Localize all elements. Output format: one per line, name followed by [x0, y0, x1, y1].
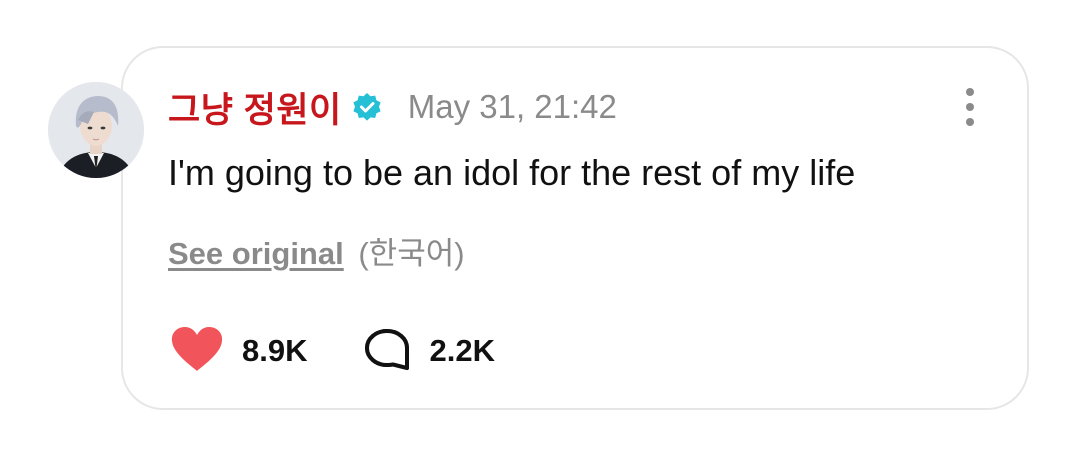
comment-button[interactable]: 2.2K: [363, 327, 495, 376]
comment-count: 2.2K: [429, 333, 495, 368]
avatar-photo: [48, 82, 144, 178]
like-count: 8.9K: [242, 333, 308, 368]
like-button[interactable]: 8.9K: [170, 326, 307, 377]
post-timestamp: May 31, 21:42: [407, 88, 617, 125]
post-header: 그냥 정원이 May 31, 21:42: [168, 84, 617, 130]
post-message: I'm going to be an idol for the rest of …: [168, 152, 856, 193]
heart-icon: [170, 326, 224, 377]
speech-bubble-icon: [363, 327, 411, 376]
more-vertical-icon[interactable]: [955, 88, 985, 126]
verified-badge-icon: [352, 92, 382, 122]
author-name[interactable]: 그냥 정원이: [168, 82, 342, 133]
post-actions: 8.9K 2.2K: [170, 326, 495, 377]
translation-row: See original (한국어): [168, 228, 465, 273]
original-language-label: (한국어): [358, 236, 465, 271]
avatar[interactable]: [48, 82, 144, 178]
see-original-link[interactable]: See original: [168, 236, 344, 271]
